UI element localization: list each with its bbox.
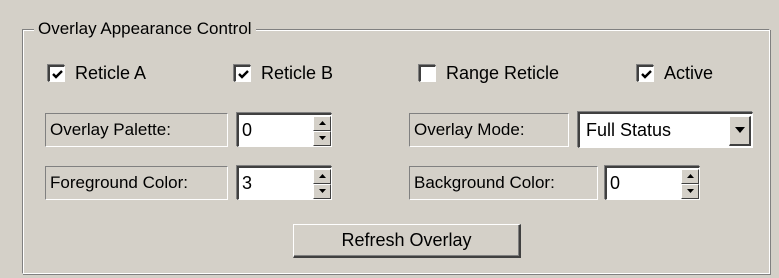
foreground-color-value[interactable]: 3 <box>239 173 313 194</box>
background-color-label: Background Color: <box>409 166 598 200</box>
range-reticle-box[interactable] <box>419 65 436 82</box>
spin-up-button[interactable] <box>313 168 331 184</box>
spin-up-button[interactable] <box>313 115 331 131</box>
reticle-b-checkbox[interactable]: Reticle B <box>234 63 333 84</box>
reticle-b-label: Reticle B <box>261 63 334 83</box>
active-box[interactable] <box>637 65 654 82</box>
active-label: Active <box>664 63 714 83</box>
foreground-color-label: Foreground Color: <box>45 166 228 200</box>
overlay-palette-value[interactable]: 0 <box>239 120 313 141</box>
check-mark-icon <box>640 69 652 79</box>
overlay-palette-spinner[interactable]: 0 <box>237 113 332 147</box>
spin-up-button[interactable] <box>681 168 699 184</box>
group-title: Overlay Appearance Control <box>34 17 256 41</box>
range-reticle-label: Range Reticle <box>446 63 560 83</box>
background-color-spinner[interactable]: 0 <box>605 166 700 200</box>
reticle-a-checkbox[interactable]: Reticle A <box>48 63 146 84</box>
spin-down-button[interactable] <box>313 183 331 199</box>
chevron-down-icon <box>734 127 745 133</box>
overlay-mode-label: Overlay Mode: <box>409 113 569 147</box>
spin-up-arrow-icon <box>318 174 326 178</box>
reticle-a-box[interactable] <box>48 65 65 82</box>
foreground-color-spinner[interactable]: 3 <box>237 166 332 200</box>
dropdown-button[interactable] <box>729 115 751 146</box>
overlay-mode-dropdown[interactable]: Full Status <box>578 112 753 148</box>
spin-down-button[interactable] <box>681 183 699 199</box>
check-mark-icon <box>51 69 63 79</box>
refresh-overlay-button[interactable]: Refresh Overlay <box>293 224 521 258</box>
reticle-b-box[interactable] <box>234 65 251 82</box>
spin-up-arrow-icon <box>318 121 326 125</box>
overlay-palette-label: Overlay Palette: <box>45 113 228 147</box>
check-mark-icon <box>237 69 249 79</box>
background-color-value[interactable]: 0 <box>607 173 681 194</box>
spin-up-arrow-icon <box>686 174 694 178</box>
active-checkbox[interactable]: Active <box>637 63 713 84</box>
overlay-mode-value[interactable]: Full Status <box>580 120 729 141</box>
spin-down-arrow-icon <box>318 189 326 193</box>
reticle-a-label: Reticle A <box>75 63 147 83</box>
range-reticle-checkbox[interactable]: Range Reticle <box>419 63 559 84</box>
spin-down-button[interactable] <box>313 130 331 146</box>
spin-down-arrow-icon <box>318 136 326 140</box>
spin-down-arrow-icon <box>686 189 694 193</box>
